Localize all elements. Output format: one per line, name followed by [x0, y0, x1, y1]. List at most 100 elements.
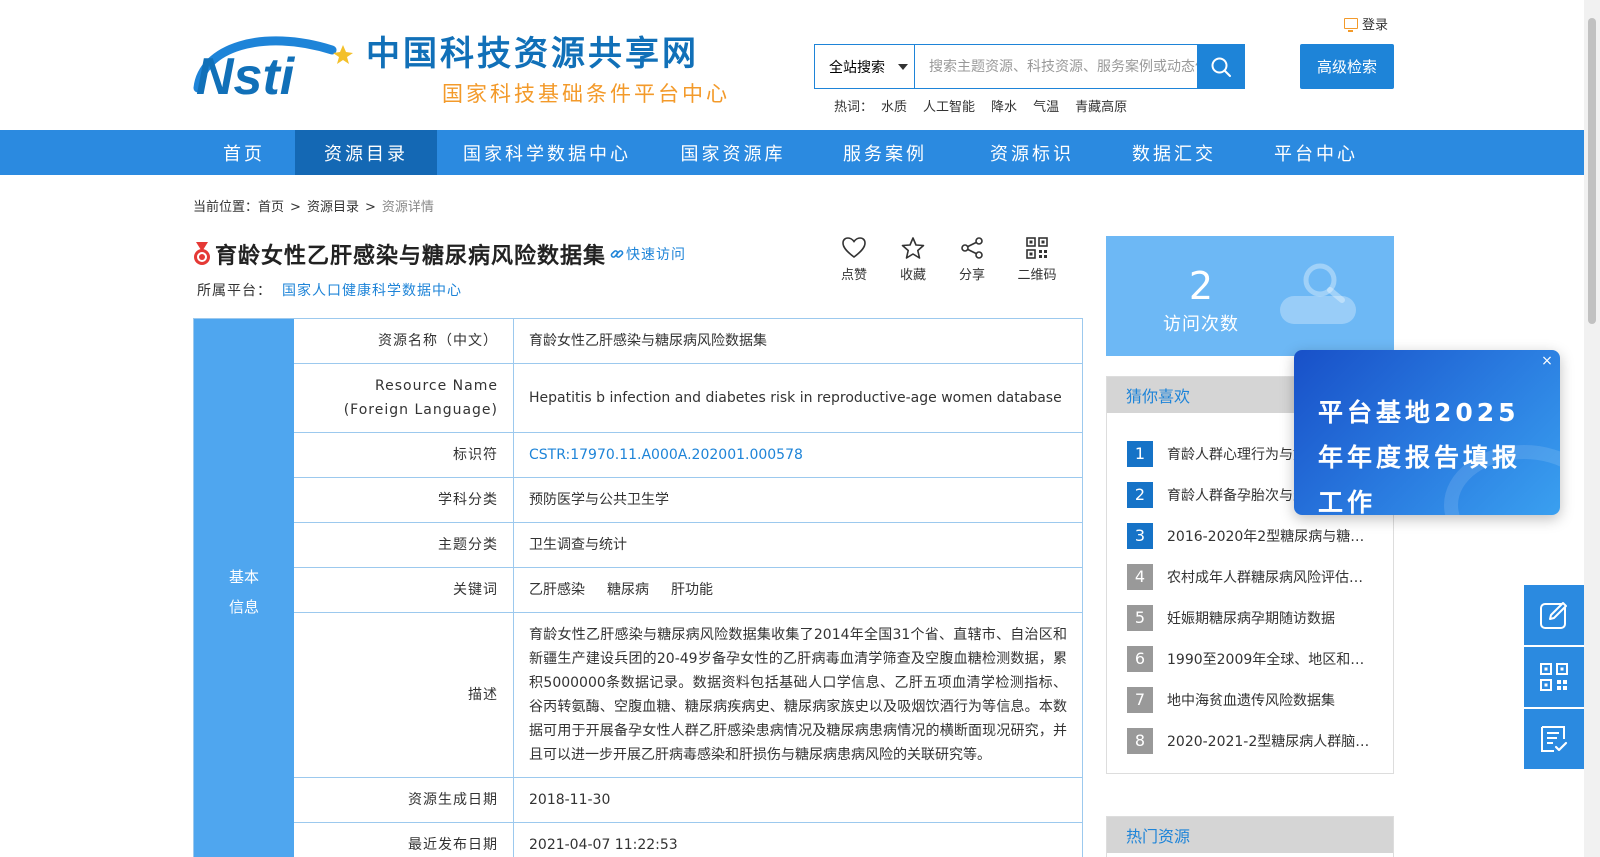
basic-info-table: 基本 信息 资源名称（中文） 育龄女性乙肝感染与糖尿病风险数据集 Resourc… — [193, 318, 1083, 857]
nav-item-resource-catalog[interactable]: 资源目录 — [295, 130, 437, 175]
platform-link[interactable]: 国家人口健康科学数据中心 — [282, 283, 462, 299]
rank-badge: 5 — [1127, 604, 1153, 631]
survey-button[interactable] — [1524, 709, 1584, 769]
breadcrumb-home[interactable]: 首页 — [258, 200, 284, 215]
edit-icon — [1540, 602, 1567, 629]
advanced-search-button[interactable]: 高级检索 — [1300, 44, 1394, 89]
nav-item-science-data-center[interactable]: 国家科学数据中心 — [437, 130, 657, 175]
floating-toolbar — [1524, 585, 1584, 771]
list-item[interactable]: 6 1990至2009年全球、地区和国家糖尿病数据 — [1127, 638, 1373, 679]
table-row: 主题分类 卫生调查与统计 — [294, 523, 1082, 568]
nav-item-data-submission[interactable]: 数据汇交 — [1103, 130, 1245, 175]
heart-icon — [842, 237, 866, 259]
row-value: 预防医学与公共卫生学 — [529, 492, 669, 508]
brand-subtitle: 国家科技基础条件平台中心 — [442, 82, 730, 106]
close-icon[interactable]: × — [1540, 354, 1554, 368]
search-input[interactable] — [915, 45, 1197, 88]
row-value: 2018-11-30 — [529, 792, 611, 808]
table-row: 学科分类 预防医学与公共卫生学 — [294, 478, 1082, 523]
like-label: 点赞 — [840, 268, 867, 283]
keyword: 糖尿病 — [607, 582, 649, 598]
breadcrumb-sep: > — [290, 200, 301, 215]
nav-item-home[interactable]: 首页 — [193, 130, 295, 175]
visit-count-card: 2 访问次数 — [1106, 236, 1394, 356]
platform-label: 所属平台： — [197, 283, 272, 299]
info-rows: 资源名称（中文） 育龄女性乙肝感染与糖尿病风险数据集 Resource Name… — [294, 319, 1082, 857]
breadcrumb-prefix: 当前位置： — [193, 200, 259, 215]
qrcode-icon — [1540, 663, 1568, 691]
hot-words: 热词： 水质 人工智能 降水 气温 青藏高原 — [834, 96, 1127, 115]
list-item[interactable]: 4 农村成年人群糖尿病风险评估数据集 — [1127, 556, 1373, 597]
platform-line: 所属平台： 国家人口健康科学数据中心 — [197, 280, 462, 300]
qrcode-float-button[interactable] — [1524, 647, 1584, 707]
list-item-text: 1990至2009年全球、地区和国家糖尿病数据 — [1167, 651, 1373, 668]
rank-badge: 7 — [1127, 686, 1153, 713]
main-nav: 首页 资源目录 国家科学数据中心 国家资源库 服务案例 资源标识 数据汇交 平台… — [0, 130, 1584, 175]
list-item-text: 2020-2021-2型糖尿病人群脑健康数据集 — [1167, 733, 1373, 750]
site-header: Nsti 中国科技资源共享网 国家科技基础条件平台中心 登录 全站搜索 高级检索… — [0, 0, 1584, 130]
search-scope-select[interactable]: 全站搜索 — [815, 45, 915, 88]
breadcrumb-current: 资源详情 — [381, 200, 434, 215]
breadcrumb-catalog[interactable]: 资源目录 — [307, 200, 359, 215]
list-item[interactable]: 3 2016-2020年2型糖尿病与糖尿病并发症数据集 — [1127, 515, 1373, 556]
quick-access-link[interactable]: 快速访问 — [610, 244, 686, 264]
scrollbar-thumb[interactable] — [1588, 18, 1596, 324]
login-label: 登录 — [1362, 18, 1389, 33]
section-label-line: 基本 — [228, 567, 259, 586]
hot-word[interactable]: 气温 — [1033, 96, 1059, 115]
list-item[interactable]: 5 妊娠期糖尿病孕期随访数据 — [1127, 597, 1373, 638]
identifier-link[interactable]: CSTR:17970.11.A000A.202001.000578 — [514, 433, 1082, 477]
breadcrumb-sep: > — [364, 200, 376, 215]
rank-badge: 4 — [1127, 563, 1153, 590]
row-value: 育龄女性乙肝感染与糖尿病风险数据集 — [529, 333, 767, 349]
brand-title: 中国科技资源共享网 — [366, 34, 699, 74]
favorite-button[interactable]: 收藏 — [895, 236, 931, 283]
qrcode-label: 二维码 — [1017, 268, 1057, 283]
row-value: 卫生调查与统计 — [529, 537, 627, 553]
nav-item-resource-id[interactable]: 资源标识 — [961, 130, 1103, 175]
section-label-line: 信息 — [228, 597, 259, 616]
feedback-button[interactable] — [1524, 585, 1584, 645]
list-item[interactable]: 7 地中海贫血遗传风险数据集 — [1127, 679, 1373, 720]
caret-down-icon — [898, 64, 908, 70]
share-button[interactable]: 分享 — [954, 236, 990, 283]
row-key: 主题分类 — [294, 523, 514, 567]
hot-word[interactable]: 人工智能 — [923, 96, 975, 115]
announcement-text: 平台基地2025年年度报告填报工作 — [1318, 398, 1522, 515]
row-key-line: (Foreign Language) — [343, 402, 498, 418]
list-item-text: 地中海贫血遗传风险数据集 — [1167, 692, 1335, 709]
nav-item-service-cases[interactable]: 服务案例 — [809, 130, 961, 175]
page-scrollbar[interactable] — [1584, 0, 1600, 857]
like-button[interactable]: 点赞 — [836, 236, 872, 283]
search-scope-label: 全站搜索 — [829, 59, 885, 76]
nav-item-resource-library[interactable]: 国家资源库 — [657, 130, 809, 175]
list-item-text: 农村成年人群糖尿病风险评估数据集 — [1167, 569, 1373, 586]
qrcode-button[interactable]: 二维码 — [1013, 236, 1061, 283]
hot-word[interactable]: 水质 — [881, 96, 907, 115]
hot-word[interactable]: 降水 — [991, 96, 1017, 115]
main-nav-items: 首页 资源目录 国家科学数据中心 国家资源库 服务案例 资源标识 数据汇交 平台… — [193, 130, 1387, 175]
search-button[interactable] — [1197, 44, 1245, 89]
star-icon — [901, 237, 925, 259]
breadcrumb: 当前位置：首页 > 资源目录 > 资源详情 — [193, 196, 434, 215]
row-key-line: Resource Name — [375, 378, 498, 394]
basic-info-section-label: 基本 信息 — [194, 319, 294, 857]
list-item[interactable]: 8 2020-2021-2型糖尿病人群脑健康数据集 — [1127, 720, 1373, 761]
keyword: 肝功能 — [671, 582, 713, 598]
hot-word[interactable]: 青藏高原 — [1075, 96, 1127, 115]
keyword: 乙肝感染 — [529, 582, 585, 598]
row-key: 描述 — [294, 613, 514, 777]
resource-title: 育龄女性乙肝感染与糖尿病风险数据集 — [215, 244, 607, 269]
hot-words-label: 热词： — [834, 100, 874, 115]
nsti-logo[interactable]: Nsti — [192, 28, 358, 100]
row-key: 资源名称（中文） — [294, 319, 514, 363]
search-box: 全站搜索 — [814, 44, 1245, 89]
hot-resources-title: 热门资源 — [1107, 817, 1393, 853]
nav-item-platform-center[interactable]: 平台中心 — [1245, 130, 1387, 175]
svg-text:Nsti: Nsti — [196, 48, 296, 100]
resource-actions: 点赞 收藏 分享 二维码 — [836, 236, 1061, 283]
login-link[interactable]: 登录 — [1344, 14, 1388, 33]
announcement-popup[interactable]: 平台基地2025年年度报告填报工作 × — [1294, 350, 1560, 515]
qrcode-icon — [1026, 237, 1048, 259]
rank-badge: 3 — [1127, 522, 1153, 549]
